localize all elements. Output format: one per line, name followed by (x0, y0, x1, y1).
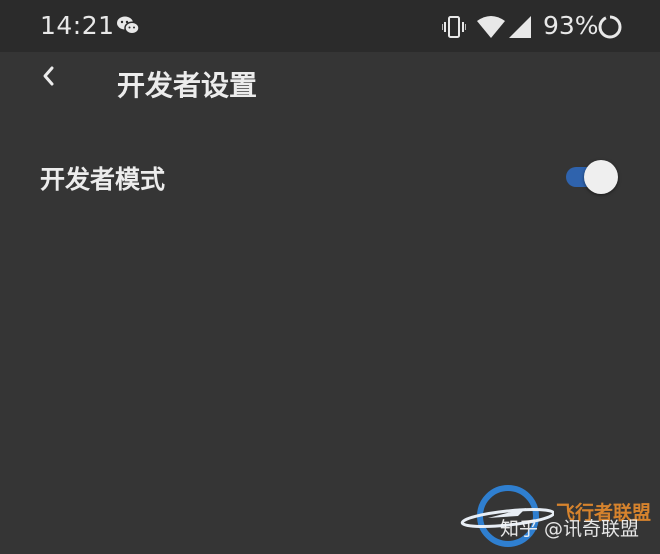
battery-percent: 93% (543, 11, 599, 40)
developer-settings-screen: 14:21 93% 开发者设置 开发者模式 飞行者联盟 知乎 @讯奇联盟 (0, 0, 660, 554)
setting-label: 开发者模式 (40, 165, 166, 194)
status-time: 14:21 (40, 11, 115, 40)
setting-row-developer-mode[interactable]: 开发者模式 (0, 148, 660, 208)
page-title: 开发者设置 (117, 69, 258, 102)
developer-mode-toggle[interactable] (564, 160, 618, 194)
battery-ring-icon (597, 14, 623, 44)
wechat-icon (116, 15, 140, 41)
vibrate-icon (441, 14, 467, 44)
toggle-thumb (584, 160, 618, 194)
chevron-left-icon (41, 65, 57, 91)
back-button[interactable] (32, 60, 66, 96)
cell-signal-icon (508, 15, 532, 43)
watermark-zhihu: 知乎 @讯奇联盟 (500, 518, 640, 540)
status-bar: 14:21 93% (0, 0, 660, 52)
wifi-icon (476, 15, 506, 43)
